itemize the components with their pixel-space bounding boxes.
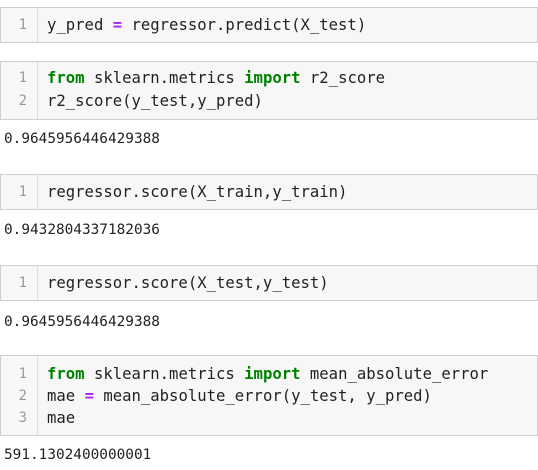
line-number: 2 xyxy=(18,388,27,404)
line-number: 1 xyxy=(18,70,27,86)
code-text[interactable]: mae = mean_absolute_error(y_test, y_pred… xyxy=(47,385,432,407)
code-text[interactable]: r2_score(y_test,y_pred) xyxy=(47,90,263,112)
cell-output-3: 0.9432804337182036 xyxy=(4,222,160,238)
code-line: 1 from sklearn.metrics import r2_score xyxy=(1,67,537,89)
code-line: 3 mae xyxy=(1,407,537,429)
code-cell-4[interactable]: 1 regressor.score(X_test,y_test) xyxy=(0,265,538,301)
line-number: 1 xyxy=(18,17,27,33)
assign-operator: = xyxy=(84,387,94,405)
keyword-import: import xyxy=(244,69,301,87)
code-cell-1[interactable]: 1 y_pred = regressor.predict(X_test) xyxy=(0,7,538,43)
keyword-import: import xyxy=(244,365,301,383)
line-number: 2 xyxy=(18,93,27,109)
code-line: 1 regressor.score(X_test,y_test) xyxy=(1,272,537,294)
code-cell-5[interactable]: 1 from sklearn.metrics import mean_absol… xyxy=(0,355,538,436)
line-number: 1 xyxy=(18,275,27,291)
code-text[interactable]: from sklearn.metrics import mean_absolut… xyxy=(47,363,488,385)
code-cell-2[interactable]: 1 from sklearn.metrics import r2_score 2… xyxy=(0,61,538,120)
code-line: 2 r2_score(y_test,y_pred) xyxy=(1,90,537,112)
code-cell-3[interactable]: 1 regressor.score(X_train,y_train) xyxy=(0,174,538,210)
cell-output-5: 591.1302400000001 xyxy=(4,447,152,463)
keyword-from: from xyxy=(47,365,85,383)
code-text[interactable]: regressor.score(X_test,y_test) xyxy=(47,272,329,294)
code-text[interactable]: mae xyxy=(47,407,75,429)
cell-output-4: 0.9645956446429388 xyxy=(4,314,160,330)
code-text[interactable]: from sklearn.metrics import r2_score xyxy=(47,67,385,89)
line-number: 1 xyxy=(18,366,27,382)
cell-output-2: 0.9645956446429388 xyxy=(4,131,160,147)
keyword-from: from xyxy=(47,69,85,87)
code-text[interactable]: regressor.score(X_train,y_train) xyxy=(47,181,347,203)
code-line: 1 y_pred = regressor.predict(X_test) xyxy=(1,14,537,36)
line-number: 3 xyxy=(18,410,27,426)
code-line: 1 regressor.score(X_train,y_train) xyxy=(1,181,537,203)
line-number: 1 xyxy=(18,184,27,200)
code-line: 2 mae = mean_absolute_error(y_test, y_pr… xyxy=(1,385,537,407)
code-text[interactable]: y_pred = regressor.predict(X_test) xyxy=(47,14,366,36)
assign-operator: = xyxy=(112,16,123,34)
code-line: 1 from sklearn.metrics import mean_absol… xyxy=(1,363,537,385)
